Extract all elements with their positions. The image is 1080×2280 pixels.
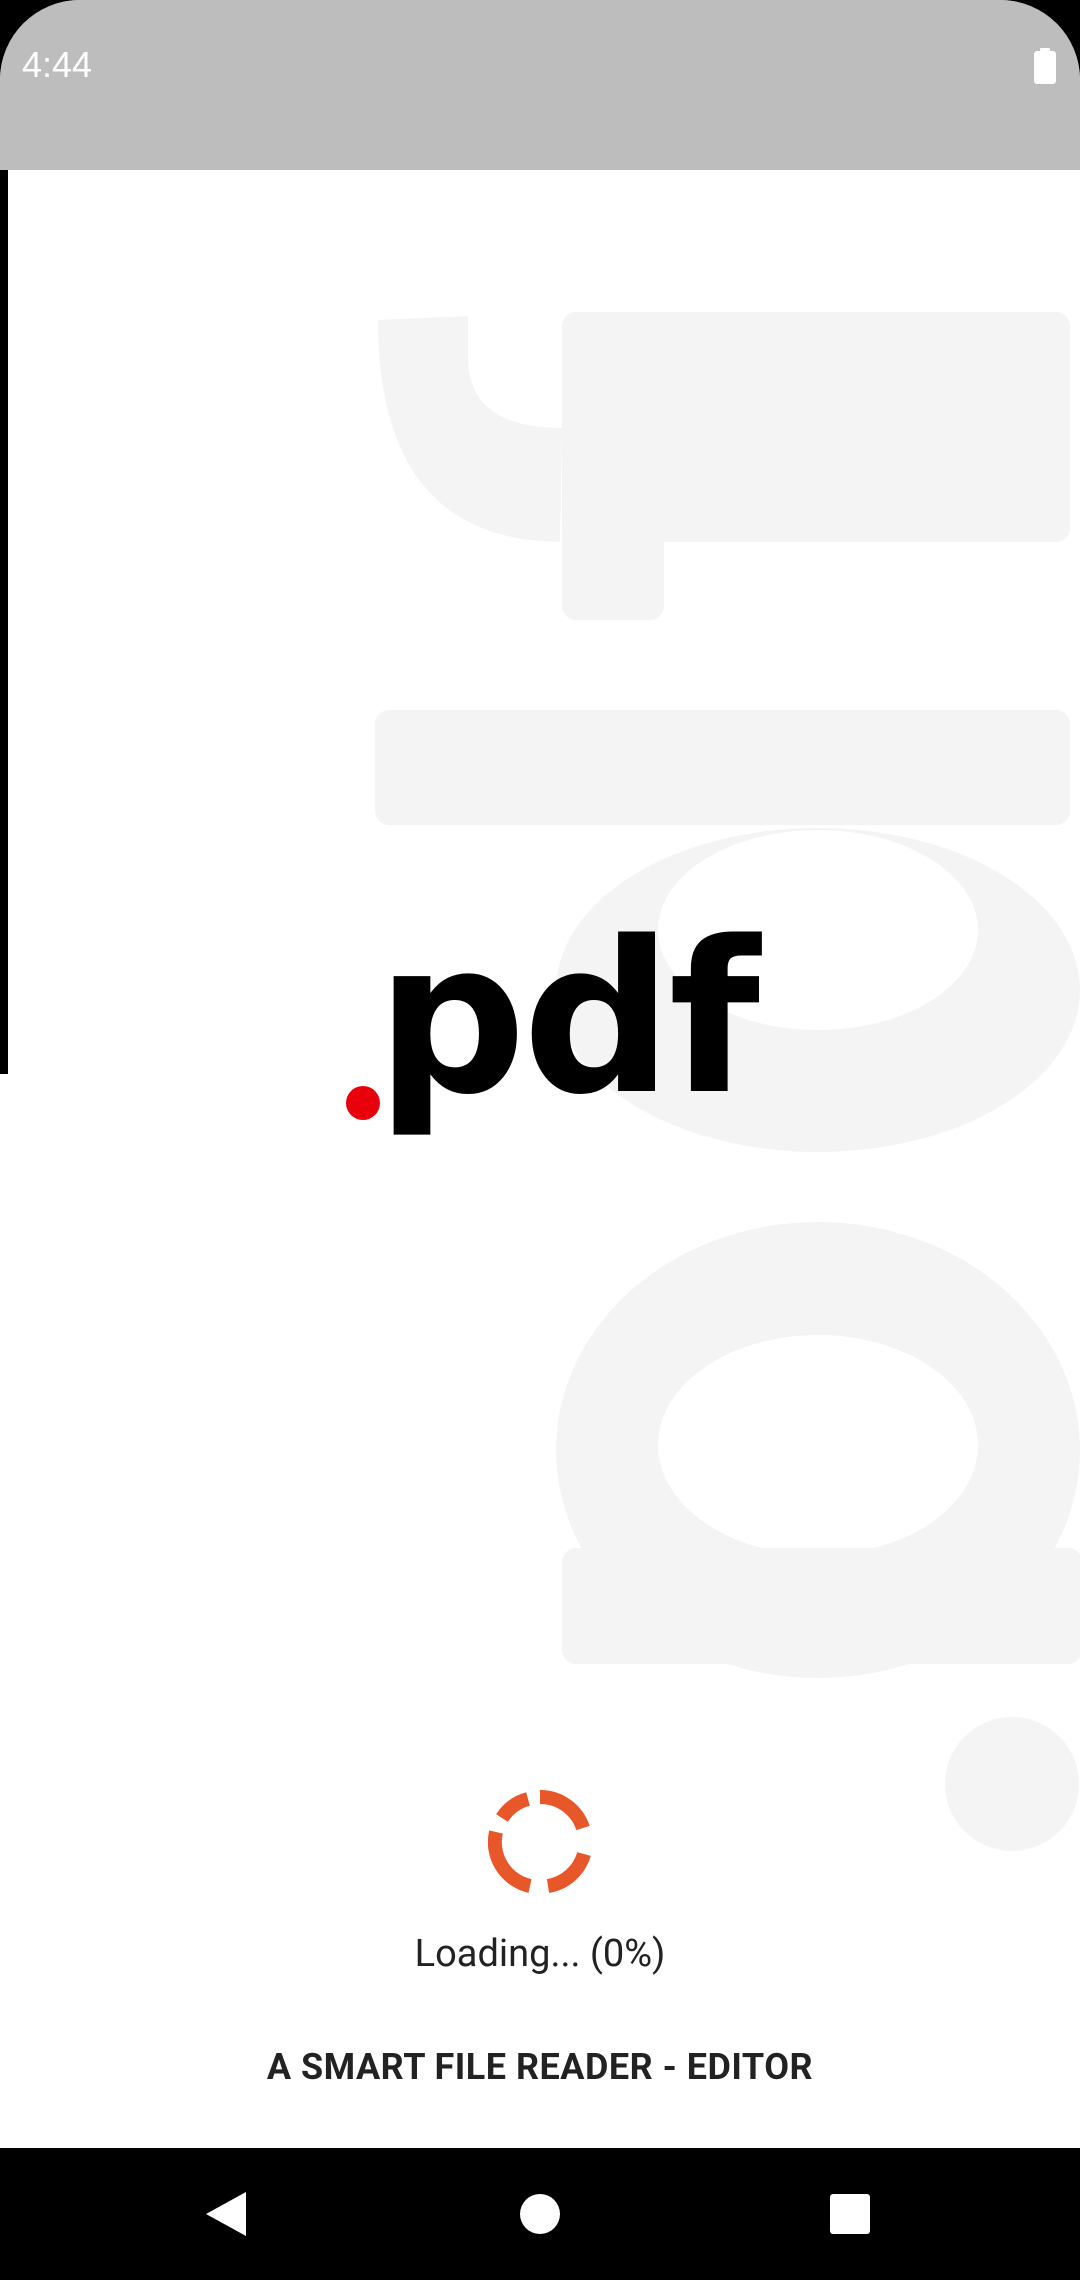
navigation-bar [0,2148,1080,2280]
home-circle-icon [520,2194,560,2234]
nav-home-button[interactable] [470,2148,610,2280]
nav-back-button[interactable] [156,2148,296,2280]
battery-icon [1034,48,1056,84]
status-time: 4:44 [22,44,93,85]
loading-spinner-icon [487,1789,591,1893]
logo-dot [346,1086,380,1120]
recent-square-icon [830,2194,870,2234]
logo-text: pdf [376,896,760,1141]
left-edge-divider [0,170,8,1074]
back-triangle-icon [206,2192,246,2236]
loading-text: Loading... (0%) [414,1932,666,1976]
tagline: A SMART FILE READER - EDITOR [266,2046,814,2088]
splash-screen: 4:44 pdf Loading... (0%) A SMART FILE RE… [0,0,1080,2280]
status-bar: 4:44 [0,0,1080,170]
nav-recent-button[interactable] [780,2148,920,2280]
app-logo: pdf [340,914,760,1200]
